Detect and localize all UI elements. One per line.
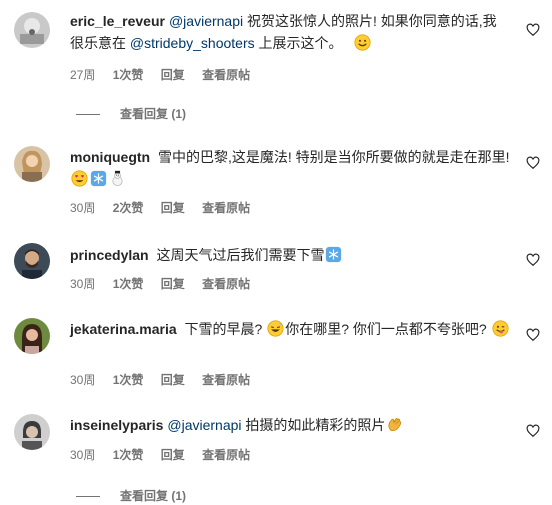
username[interactable]: eric_le_reveur — [70, 13, 165, 29]
see-original-button[interactable]: 查看原帖 — [202, 373, 250, 387]
username[interactable]: jekaterina.maria — [70, 321, 177, 337]
comment-text: 拍摄的如此精彩的照片 — [241, 417, 386, 433]
comment-time[interactable]: 30周 — [70, 448, 95, 462]
heart-outline-icon[interactable] — [526, 253, 540, 267]
comment-meta: 27周 1次赞 回复 查看原帖 — [70, 66, 264, 83]
divider-line — [76, 496, 100, 498]
comment-meta: 30周 1次赞 回复 查看原帖 — [70, 446, 264, 463]
heart-outline-icon[interactable] — [526, 156, 540, 170]
heart-outline-icon[interactable] — [526, 23, 540, 37]
comment-text: 雪中的巴黎,这是魔法! 特别是当你所要做的就是走在那里! — [154, 149, 510, 165]
view-replies-button[interactable]: 查看回复 (1) — [76, 487, 186, 504]
comment-time[interactable]: 30周 — [70, 277, 95, 291]
heart-eyes-emoji — [71, 170, 88, 187]
likes-count[interactable]: 1次赞 — [113, 68, 144, 82]
comment-meta: 30周 1次赞 回复 查看原帖 — [70, 371, 264, 388]
snowflake-emoji — [326, 246, 342, 263]
mention-link[interactable]: @strideby_shooters — [130, 35, 255, 51]
likes-count[interactable]: 1次赞 — [113, 277, 144, 291]
comment-text: 你在哪里? 你们一点都不夸张吧? — [285, 321, 487, 337]
heart-outline-icon[interactable] — [526, 328, 540, 342]
snowflake-emoji — [90, 170, 107, 187]
comment-text: 这周天气过后我们需要下雪 — [152, 247, 325, 263]
reply-button[interactable]: 回复 — [161, 201, 185, 215]
likes-count[interactable]: 1次赞 — [113, 448, 144, 462]
clapping-hands-emoji — [388, 418, 402, 432]
winking-tongue-emoji — [491, 320, 509, 337]
comment-meta: 30周 1次赞 回复 查看原帖 — [70, 275, 264, 292]
see-original-button[interactable]: 查看原帖 — [202, 448, 250, 462]
comments-list: eric_le_reveur @javiernapi 祝贺这张惊人的照片! 如果你… — [0, 0, 552, 505]
likes-count[interactable]: 2次赞 — [113, 201, 144, 215]
comment-text: 下雪的早晨? — [180, 321, 263, 337]
mention-link[interactable]: @javiernapi — [169, 13, 243, 29]
avatar[interactable] — [14, 12, 50, 48]
comment-body: jekaterina.maria 下雪的早晨? 你在哪里? 你们一点都不夸张吧? — [70, 318, 510, 340]
heart-outline-icon[interactable] — [526, 424, 540, 438]
comment-body: eric_le_reveur @javiernapi 祝贺这张惊人的照片! 如果你… — [70, 10, 510, 54]
view-replies-label: 查看回复 (1) — [120, 489, 187, 503]
avatar[interactable] — [14, 414, 50, 450]
likes-count[interactable]: 1次赞 — [113, 373, 144, 387]
username[interactable]: moniquegtn — [70, 149, 150, 165]
see-original-button[interactable]: 查看原帖 — [202, 68, 250, 82]
avatar[interactable] — [14, 243, 50, 279]
view-replies-button[interactable]: 查看回复 (1) — [76, 105, 186, 122]
comment-meta: 30周 2次赞 回复 查看原帖 — [70, 199, 264, 216]
reply-button[interactable]: 回复 — [161, 373, 185, 387]
comment-time[interactable]: 27周 — [70, 68, 95, 82]
comment-body: princedylan 这周天气过后我们需要下雪 — [70, 244, 510, 266]
grinning-sweat-emoji — [267, 320, 284, 337]
comment-text: 上展示这个。 — [254, 35, 343, 51]
reply-button[interactable]: 回复 — [161, 448, 185, 462]
reply-button[interactable]: 回复 — [161, 68, 185, 82]
username[interactable]: inseinelyparis — [70, 417, 163, 433]
smiling-face-emoji — [354, 34, 371, 51]
comment-body: moniquegtn 雪中的巴黎,这是魔法! 特别是当你所要做的就是走在那里! — [70, 146, 510, 190]
mention-link[interactable]: @javiernapi — [167, 417, 241, 433]
snowman-emoji — [112, 170, 123, 187]
avatar[interactable] — [14, 146, 50, 182]
divider-line — [76, 114, 100, 116]
see-original-button[interactable]: 查看原帖 — [202, 277, 250, 291]
view-replies-label: 查看回复 (1) — [120, 107, 187, 121]
comment-body: inseinelyparis @javiernapi 拍摄的如此精彩的照片 — [70, 414, 510, 436]
comment-time[interactable]: 30周 — [70, 373, 95, 387]
username[interactable]: princedylan — [70, 247, 149, 263]
reply-button[interactable]: 回复 — [161, 277, 185, 291]
comment-time[interactable]: 30周 — [70, 201, 95, 215]
see-original-button[interactable]: 查看原帖 — [202, 201, 250, 215]
avatar[interactable] — [14, 318, 50, 354]
